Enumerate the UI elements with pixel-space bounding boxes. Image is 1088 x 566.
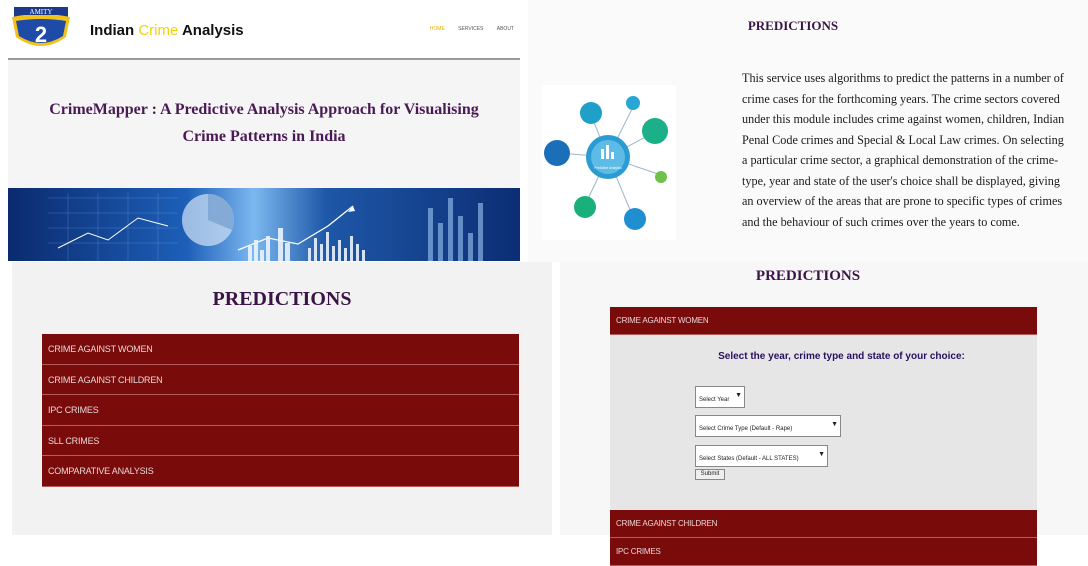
brand-title[interactable]: Indian Crime Analysis (90, 22, 244, 39)
predictions-form-heading: PREDICTIONS (755, 268, 861, 284)
description-line: type, year and state of the user's choic… (742, 173, 1060, 188)
predictive-analytics-diagram: Predictive Analytics (544, 96, 668, 230)
state-select[interactable]: Select States (Default - ALL STATES) ▼ (695, 445, 828, 467)
accordion-crime-against-children[interactable]: CRIME AGAINST CHILDREN (610, 510, 1037, 538)
predictions-form-panel: PREDICTIONS CRIME AGAINST WOMEN Select t… (560, 262, 1088, 566)
predictions-info-panel: PREDICTIONS Predictive Analytics This se… (528, 0, 1088, 262)
page-title-line-2: Crime Patterns in India (182, 128, 346, 145)
sector-crime-against-women[interactable]: CRIME AGAINST WOMEN (42, 334, 519, 365)
brand-part-2: Crime (138, 22, 179, 39)
description-line: and the behaviour of such crimes over th… (742, 214, 1020, 229)
sector-comparative-analysis[interactable]: COMPARATIVE ANALYSIS (42, 456, 519, 487)
description-line: Penal Code crimes and Special & Local La… (742, 132, 1064, 147)
description-line: an overview of the areas that are prone … (742, 194, 1063, 208)
diagram-center-label: Predictive Analytics (594, 166, 622, 170)
home-panel: AMITY 2 Indian Crime Analysis HOME SERVI… (8, 4, 520, 261)
nav-services[interactable]: SERVICES (458, 26, 483, 32)
sector-ipc-crimes[interactable]: IPC CRIMES (42, 395, 519, 426)
page-title-line-1: CrimeMapper : A Predictive Analysis Appr… (49, 101, 479, 118)
brand-part-1: Indian (90, 22, 139, 39)
predictions-list-heading: PREDICTIONS (212, 288, 352, 310)
year-select[interactable]: Select Year ▼ (695, 386, 745, 408)
predictive-analytics-illustration: Predictive Analytics (541, 85, 676, 240)
state-select-value: Select States (Default - ALL STATES) (699, 456, 799, 462)
predictions-info-heading: PREDICTIONS (747, 18, 839, 33)
year-select-value: Select Year (699, 397, 730, 403)
description-line: under this module includes crime against… (742, 112, 1065, 126)
page-title: CrimeMapper : A Predictive Analysis Appr… (8, 96, 520, 150)
crime-type-select[interactable]: Select Crime Type (Default - Rape) ▼ (695, 415, 841, 437)
nav-about[interactable]: ABOUT (497, 26, 514, 32)
form-prompt: Select the year, crime type and state of… (718, 351, 965, 362)
nav-home[interactable]: HOME (430, 26, 445, 32)
crime-type-select-value: Select Crime Type (Default - Rape) (699, 426, 793, 432)
submit-button[interactable]: Submit (695, 469, 725, 480)
logo-shield-icon: 2 (12, 15, 70, 47)
top-navbar: AMITY 2 Indian Crime Analysis HOME SERVI… (8, 4, 520, 60)
amity-logo: AMITY 2 (10, 7, 72, 51)
description-line: a particular crime sector, a graphical d… (742, 153, 1059, 167)
sector-sll-crimes[interactable]: SLL CRIMES (42, 425, 519, 456)
sector-crime-against-children[interactable]: CRIME AGAINST CHILDREN (42, 364, 519, 395)
predictions-list-panel: PREDICTIONS CRIME AGAINST WOMEN CRIME AG… (12, 262, 552, 535)
analytics-banner-image (8, 188, 520, 261)
accordion-ipc-crimes[interactable]: IPC CRIMES (610, 538, 1037, 566)
svg-text:2: 2 (35, 22, 47, 47)
crime-sector-list: CRIME AGAINST WOMEN CRIME AGAINST CHILDR… (42, 334, 519, 487)
accordion-crime-against-women[interactable]: CRIME AGAINST WOMEN (610, 307, 1037, 335)
banner-graphic (48, 193, 483, 261)
crime-sector-accordion: CRIME AGAINST WOMEN Select the year, cri… (610, 307, 1037, 566)
main-nav: HOME SERVICES ABOUT (418, 26, 514, 32)
chevron-down-icon: ▼ (818, 451, 825, 458)
chevron-down-icon: ▼ (735, 392, 742, 399)
chevron-down-icon: ▼ (831, 421, 838, 428)
description-line: crime cases for the forthcoming years. T… (742, 91, 1060, 106)
predictions-description: This service uses algorithms to predict … (742, 68, 1088, 232)
prediction-form: Select the year, crime type and state of… (610, 335, 1037, 510)
brand-part-3: Analysis (178, 22, 244, 39)
description-line: This service uses algorithms to predict … (742, 71, 1064, 85)
